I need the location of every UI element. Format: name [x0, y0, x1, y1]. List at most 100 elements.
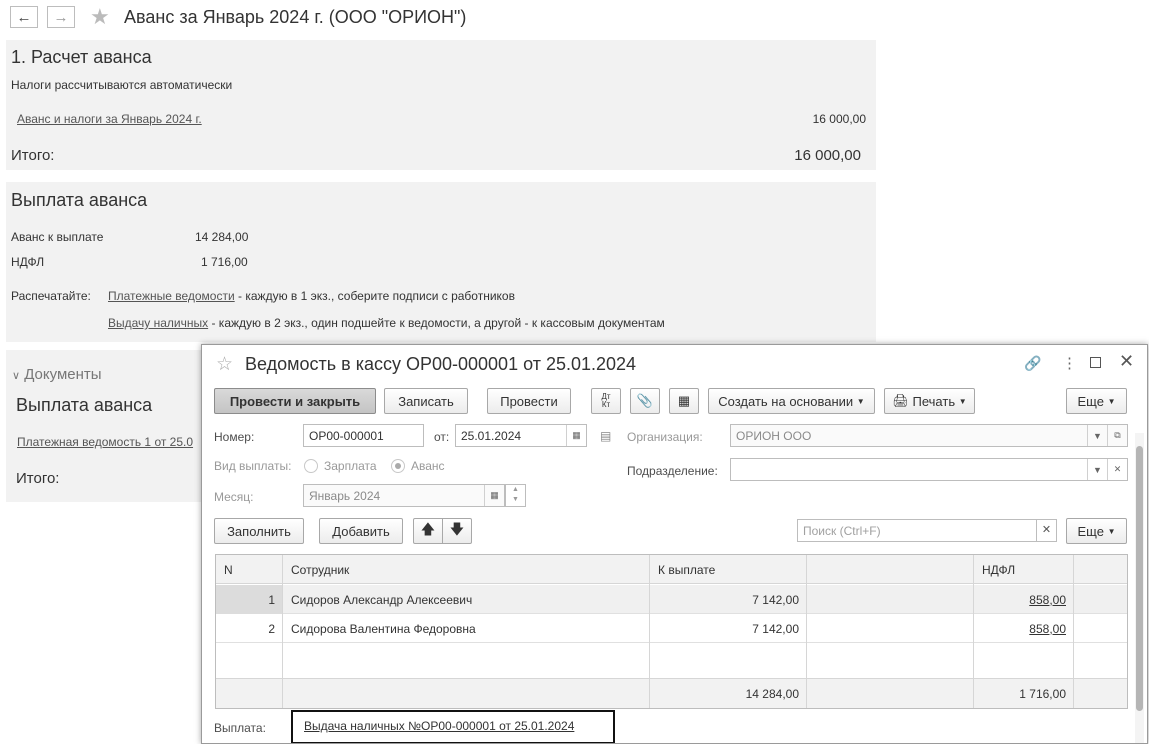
star-icon[interactable]: ★	[90, 4, 110, 30]
column-divider	[649, 555, 650, 708]
auto-taxes-text: Налоги рассчитываются автоматически	[11, 78, 233, 92]
clear-icon[interactable]: ✕	[1107, 459, 1127, 480]
calendar-icon[interactable]: ▦	[566, 425, 586, 446]
page-title: Аванс за Январь 2024 г. (ООО "ОРИОН")	[124, 7, 467, 27]
advance-link[interactable]: Аванс и налоги за Январь 2024 г.	[17, 112, 202, 126]
calendar-icon[interactable]: ▦	[484, 485, 504, 506]
pay-type-label: Вид выплаты:	[214, 459, 292, 473]
advance-amount: 16 000,00	[812, 112, 866, 126]
payout-panel: Выплата аванса Аванс к выплате 14 284,00…	[6, 182, 876, 342]
org-field[interactable]: ОРИОН ООО ▼ ⧉	[730, 424, 1128, 447]
total-value: 16 000,00	[794, 147, 861, 164]
post-and-close-button[interactable]: Провести и закрыть	[214, 388, 376, 414]
spin-down-icon[interactable]: ▼	[506, 495, 525, 505]
org-label: Организация:	[627, 430, 703, 444]
scrollbar-thumb[interactable]	[1136, 446, 1143, 711]
more-menu-icon[interactable]: ⋮	[1062, 354, 1077, 372]
more-button[interactable]: Еще ▼	[1066, 388, 1127, 414]
ndfl-amount[interactable]: 858,00	[974, 614, 1074, 643]
payment-link-box: Выдача наличных №ОР00-000001 от 25.01.20…	[291, 710, 615, 743]
table-row[interactable]: 2 Сидорова Валентина Федоровна 7 142,00 …	[216, 614, 1127, 643]
date-label: от:	[434, 430, 450, 444]
dropdown-arrow-icon[interactable]: ▼	[1087, 459, 1107, 480]
header-pay[interactable]: К выплате	[650, 555, 723, 584]
arrow-left-icon: ←	[16, 8, 32, 26]
close-icon[interactable]: ✕	[1119, 351, 1134, 372]
docs-title: Выплата аванса	[16, 395, 153, 415]
cash-issue-link[interactable]: Выдачу наличных	[108, 316, 208, 330]
more2-label: Еще	[1077, 523, 1104, 539]
month-spinner[interactable]: ▲ ▼	[505, 484, 526, 507]
fill-button[interactable]: Заполнить	[214, 518, 304, 544]
number-label: Номер:	[214, 430, 255, 444]
employees-table: N Сотрудник К выплате НДФЛ 1 Сидоров Але…	[215, 554, 1128, 709]
ndfl-amount[interactable]: 858,00	[974, 585, 1074, 614]
payment-link[interactable]: Выдача наличных №ОР00-000001 от 25.01.20…	[304, 719, 574, 733]
documents-toggle[interactable]: ∨ Документы	[12, 366, 102, 383]
print-button[interactable]: 🖨 Печать ▼	[884, 388, 975, 414]
header-n[interactable]: N	[216, 555, 241, 584]
arrow-right-icon: →	[53, 8, 69, 26]
save-button[interactable]: Записать	[384, 388, 468, 414]
payment-sheet-link[interactable]: Платежная ведомость 1 от 25.0	[17, 435, 193, 449]
scrollbar-track[interactable]	[1135, 433, 1144, 743]
payroll-dialog: ☆ Ведомость в кассу ОР00-000001 от 25.01…	[201, 344, 1148, 744]
spin-up-icon[interactable]: ▲	[506, 485, 525, 495]
structure-button[interactable]: ▦	[669, 388, 699, 414]
section1-title: 1. Расчет аванса	[11, 47, 152, 67]
dropdown-arrow-icon[interactable]: ▼	[1087, 425, 1107, 446]
more-button-2[interactable]: Еще ▼	[1066, 518, 1127, 544]
column-divider	[1073, 555, 1074, 708]
back-button[interactable]: ←	[10, 6, 38, 28]
dtkt-icon: Дт Кт	[601, 392, 611, 409]
star-icon[interactable]: ☆	[216, 353, 233, 376]
header-ndfl[interactable]: НДФЛ	[974, 555, 1023, 584]
employee-name: Сидорова Валентина Федоровна	[291, 621, 476, 636]
documents-label: Документы	[24, 366, 102, 383]
number-field[interactable]: ОР00-000001	[303, 424, 424, 447]
docs-total-label: Итого:	[16, 470, 60, 487]
move-down-button[interactable]: 🡇	[442, 518, 472, 544]
create-based-on-button[interactable]: Создать на основании ▼	[708, 388, 875, 414]
date-field[interactable]: 25.01.2024 ▦	[455, 424, 587, 447]
link-icon[interactable]: 🔗	[1024, 355, 1041, 372]
print-line-2: Выдачу наличных - каждую в 2 экз., один …	[108, 316, 665, 330]
ndfl-label: НДФЛ	[11, 255, 45, 269]
dropdown-arrow-icon: ▼	[958, 396, 967, 406]
comment-icon[interactable]: ▤	[600, 429, 611, 443]
move-up-button[interactable]: 🡅	[413, 518, 443, 544]
printer-icon: 🖨	[892, 393, 909, 408]
total-label: Итого:	[11, 147, 55, 164]
forward-button[interactable]: →	[47, 6, 75, 28]
print-text-2: - каждую в 2 экз., один подшейте к ведом…	[208, 316, 665, 330]
print-line-1: Платежные ведомости - каждую в 1 экз., с…	[108, 289, 515, 303]
payout-title: Выплата аванса	[11, 190, 148, 210]
table-row[interactable]: 1 Сидоров Александр Алексеевич 7 142,00 …	[216, 585, 1127, 614]
attach-button[interactable]: 📎	[630, 388, 660, 414]
payout-label: Аванс к выплате	[11, 230, 104, 244]
table-footer: 14 284,00 1 716,00	[216, 678, 1127, 708]
month-field[interactable]: Январь 2024 ▦	[303, 484, 505, 507]
add-button[interactable]: Добавить	[319, 518, 403, 544]
payout-value: 14 284,00	[195, 230, 249, 244]
dtkt-button[interactable]: Дт Кт	[591, 388, 621, 414]
paperclip-icon: 📎	[636, 393, 654, 408]
column-divider	[973, 555, 974, 708]
payment-sheets-link[interactable]: Платежные ведомости	[108, 289, 235, 303]
advance-radio[interactable]	[391, 459, 405, 473]
pay-amount: 7 142,00	[752, 621, 799, 636]
search-input[interactable]: Поиск (Ctrl+F)	[797, 519, 1057, 542]
dept-field[interactable]: ▼ ✕	[730, 458, 1128, 481]
post-button[interactable]: Провести	[487, 388, 571, 414]
create-based-label: Создать на основании	[718, 393, 854, 409]
date-value: 25.01.2024	[461, 429, 522, 443]
salary-radio[interactable]	[304, 459, 318, 473]
dropdown-arrow-icon: ▼	[1107, 396, 1116, 406]
open-icon[interactable]: ⧉	[1107, 425, 1127, 446]
pay-amount: 7 142,00	[752, 592, 799, 607]
maximize-icon[interactable]	[1090, 357, 1101, 368]
clear-search-icon[interactable]: ✕	[1036, 519, 1057, 542]
header-employee[interactable]: Сотрудник	[283, 555, 357, 584]
arrow-up-icon: 🡅	[420, 521, 436, 537]
print-text-1: - каждую в 1 экз., соберите подписи с ра…	[234, 289, 515, 303]
